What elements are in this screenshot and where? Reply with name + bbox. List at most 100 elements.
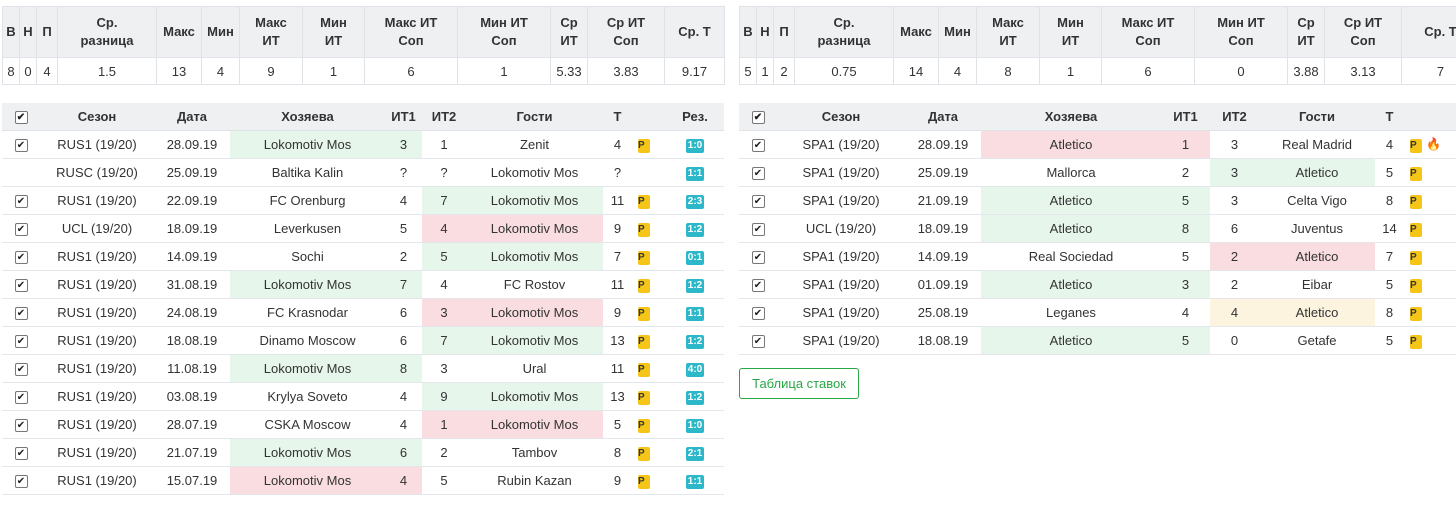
select-all-checkbox[interactable]: ✔ <box>2 103 40 131</box>
row-checkbox[interactable]: ✔ <box>739 214 777 243</box>
cell-away[interactable]: Real Madrid <box>1259 130 1375 159</box>
cell-home[interactable]: Dinamo Moscow <box>230 326 385 355</box>
cell-away[interactable]: Ural <box>466 354 603 383</box>
col-it2[interactable]: ИТ2 <box>1210 103 1259 131</box>
cell-away[interactable]: Lokomotiv Mos <box>466 382 603 411</box>
result-badge[interactable]: 1:1 <box>685 167 705 181</box>
result-badge[interactable]: 1:2 <box>685 279 705 293</box>
p-badge[interactable]: P <box>1410 223 1422 237</box>
cell-away[interactable]: Atletico <box>1259 158 1375 187</box>
row-checkbox[interactable]: ✔ <box>2 438 40 467</box>
row-checkbox[interactable]: ✔ <box>2 270 40 299</box>
cell-away[interactable]: Atletico <box>1259 298 1375 327</box>
cell-away[interactable]: Lokomotiv Mos <box>466 186 603 215</box>
checkbox-mark-icon[interactable]: ✔ <box>14 447 28 461</box>
cell-home[interactable]: Lokomotiv Mos <box>230 466 385 495</box>
p-badge[interactable]: P <box>638 391 650 405</box>
result-badge[interactable]: 1:1 <box>685 307 705 321</box>
col-date[interactable]: Дата <box>905 103 981 131</box>
col-season[interactable]: Сезон <box>40 103 154 131</box>
cell-home[interactable]: FC Krasnodar <box>230 298 385 327</box>
row-checkbox[interactable]: ✔ <box>739 326 777 355</box>
cell-home[interactable]: Atletico <box>981 270 1161 299</box>
row-checkbox[interactable]: ✔ <box>2 410 40 439</box>
checkbox-mark-icon[interactable]: ✔ <box>751 223 765 237</box>
cell-home[interactable]: Sochi <box>230 242 385 271</box>
cell-away[interactable]: Tambov <box>466 438 603 467</box>
cell-away[interactable]: Lokomotiv Mos <box>466 326 603 355</box>
checkbox-mark-icon[interactable]: ✔ <box>751 335 765 349</box>
result-badge[interactable]: 1:2 <box>685 223 705 237</box>
row-checkbox[interactable]: ✔ <box>2 382 40 411</box>
row-checkbox[interactable]: ✔ <box>2 130 40 159</box>
p-badge[interactable]: P <box>1410 139 1422 153</box>
row-checkbox[interactable]: ✔ <box>739 298 777 327</box>
col-home[interactable]: Хозяева <box>981 103 1161 131</box>
p-badge[interactable]: P <box>638 223 650 237</box>
cell-away[interactable]: Getafe <box>1259 326 1375 355</box>
col-season[interactable]: Сезон <box>777 103 905 131</box>
row-checkbox[interactable]: ✔ <box>2 466 40 495</box>
row-checkbox[interactable]: ✔ <box>739 130 777 159</box>
result-badge[interactable]: 1:0 <box>685 139 705 153</box>
cell-home[interactable]: Leganes <box>981 298 1161 327</box>
col-away[interactable]: Гости <box>466 103 603 131</box>
p-badge[interactable]: P <box>638 419 650 433</box>
checkbox-mark-icon[interactable]: ✔ <box>14 307 28 321</box>
cell-home[interactable]: Lokomotiv Mos <box>230 438 385 467</box>
p-badge[interactable]: P <box>638 447 650 461</box>
p-badge[interactable]: P <box>1410 307 1422 321</box>
col-it2[interactable]: ИТ2 <box>422 103 466 131</box>
row-checkbox[interactable]: ✔ <box>739 186 777 215</box>
cell-away[interactable]: Lokomotiv Mos <box>466 242 603 271</box>
col-total[interactable]: Т <box>1375 103 1404 131</box>
cell-home[interactable]: Real Sociedad <box>981 242 1161 271</box>
p-badge[interactable]: P <box>638 139 650 153</box>
cell-away[interactable]: Juventus <box>1259 214 1375 243</box>
row-checkbox[interactable]: ✔ <box>2 354 40 383</box>
cell-home[interactable]: Baltika Kalin <box>230 158 385 187</box>
checkbox-mark-icon[interactable]: ✔ <box>751 139 765 153</box>
result-badge[interactable]: 0:1 <box>685 251 705 265</box>
cell-home[interactable]: Lokomotiv Mos <box>230 354 385 383</box>
col-it1[interactable]: ИТ1 <box>1161 103 1210 131</box>
p-badge[interactable]: P <box>638 475 650 489</box>
cell-home[interactable]: Lokomotiv Mos <box>230 270 385 299</box>
checkbox-mark-icon[interactable]: ✔ <box>14 391 28 405</box>
result-badge[interactable]: 2:3 <box>685 195 705 209</box>
col-it1[interactable]: ИТ1 <box>385 103 422 131</box>
p-badge[interactable]: P <box>638 363 650 377</box>
row-checkbox[interactable]: ✔ <box>739 158 777 187</box>
result-badge[interactable]: 1:0 <box>685 419 705 433</box>
select-all-checkbox[interactable]: ✔ <box>739 103 777 131</box>
checkbox-mark-icon[interactable]: ✔ <box>751 307 765 321</box>
row-checkbox[interactable]: ✔ <box>2 326 40 355</box>
col-home[interactable]: Хозяева <box>230 103 385 131</box>
checkbox-mark-icon[interactable]: ✔ <box>14 195 28 209</box>
row-checkbox[interactable] <box>2 158 40 187</box>
cell-away[interactable]: Lokomotiv Mos <box>466 410 603 439</box>
col-away[interactable]: Гости <box>1259 103 1375 131</box>
row-checkbox[interactable]: ✔ <box>739 242 777 271</box>
cell-home[interactable]: CSKA Moscow <box>230 410 385 439</box>
cell-away[interactable]: FC Rostov <box>466 270 603 299</box>
cell-away[interactable]: Zenit <box>466 130 603 159</box>
result-badge[interactable]: 2:1 <box>685 447 705 461</box>
p-badge[interactable]: P <box>638 307 650 321</box>
checkbox-mark-icon[interactable]: ✔ <box>14 419 28 433</box>
cell-home[interactable]: Leverkusen <box>230 214 385 243</box>
cell-away[interactable]: Celta Vigo <box>1259 186 1375 215</box>
cell-home[interactable]: Atletico <box>981 130 1161 159</box>
checkbox-mark-icon[interactable]: ✔ <box>14 139 28 153</box>
p-badge[interactable]: P <box>1410 167 1422 181</box>
row-checkbox[interactable]: ✔ <box>2 214 40 243</box>
cell-away[interactable]: Lokomotiv Mos <box>466 158 603 187</box>
checkbox-mark-icon[interactable]: ✔ <box>751 279 765 293</box>
checkbox-mark-icon[interactable]: ✔ <box>14 279 28 293</box>
result-badge[interactable]: 4:0 <box>685 363 705 377</box>
p-badge[interactable]: P <box>638 335 650 349</box>
cell-home[interactable]: Mallorca <box>981 158 1161 187</box>
result-badge[interactable]: 1:2 <box>685 391 705 405</box>
bets-table-button[interactable]: Таблица ставок <box>739 368 859 399</box>
cell-away[interactable]: Eibar <box>1259 270 1375 299</box>
